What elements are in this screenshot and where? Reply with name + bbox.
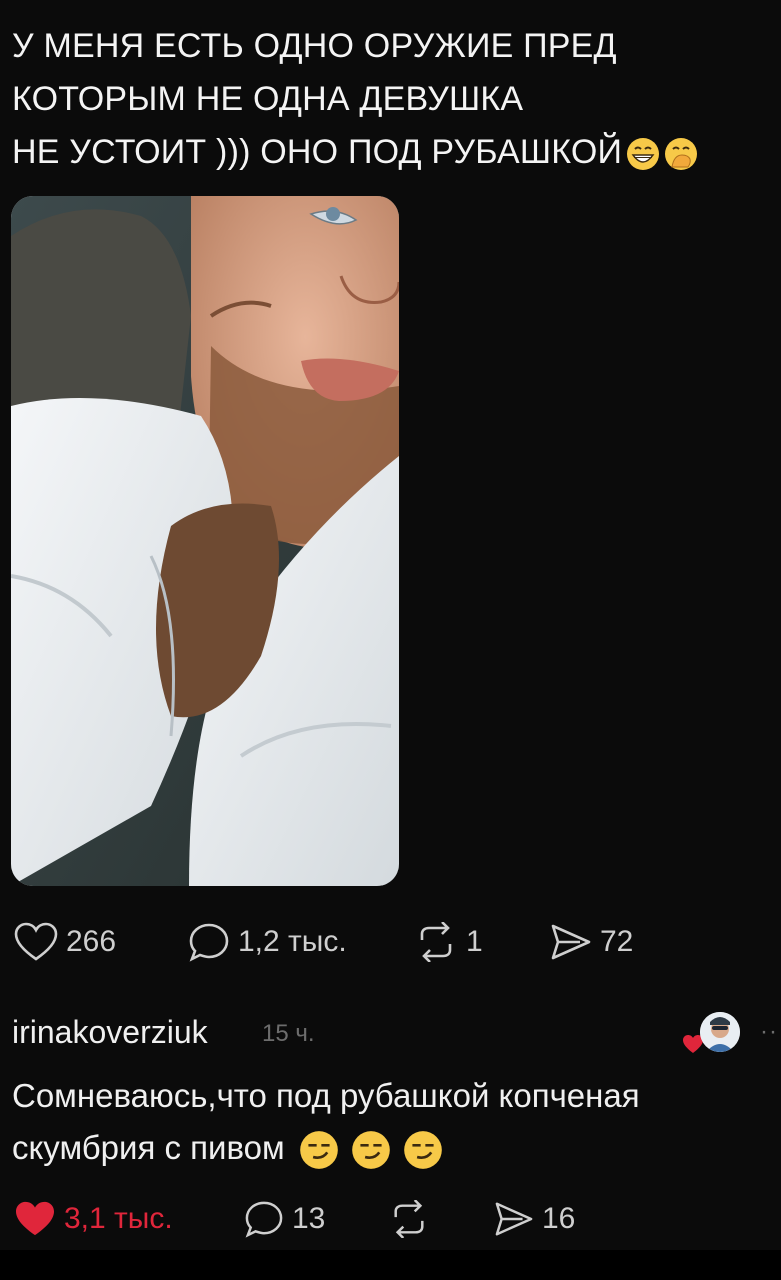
post-caption-line: НЕ УСТОИТ ))) ОНО ПОД РУБАШКОЙ	[12, 126, 772, 179]
heart-filled-icon	[16, 1201, 54, 1236]
comment-text-line-2: скумбрия с пивом	[12, 1122, 772, 1174]
send-icon	[551, 924, 591, 960]
avatar-face-icon	[700, 1012, 740, 1052]
post-caption-line: КОТОРЫМ НЕ ОДНА ДЕВУШКА	[12, 80, 524, 118]
post-caption-line-text: НЕ УСТОИТ ))) ОНО ПОД РУБАШКОЙ	[12, 133, 623, 171]
selfie-photo-illustration	[11, 196, 399, 886]
smirking-face-emoji-icon	[299, 1131, 338, 1170]
post-photo[interactable]	[11, 196, 399, 886]
post-comment-button[interactable]: 1,2 тыс.	[188, 922, 414, 962]
smirking-face-emoji-icon	[351, 1131, 390, 1170]
comment-share-button[interactable]: 16	[494, 1200, 614, 1238]
comment-like-button[interactable]: 3,1 тыс.	[14, 1200, 244, 1238]
send-icon	[495, 1202, 533, 1236]
heart-icon	[14, 922, 58, 961]
post-caption: У МЕНЯ ЕСТЬ ОДНО ОРУЖИЕ ПРЕД КОТОРЫМ НЕ …	[12, 20, 772, 179]
post-share-button[interactable]: 72	[550, 922, 670, 962]
comment-repost-button[interactable]	[388, 1200, 494, 1238]
post-share-count: 72	[600, 925, 634, 958]
repost-icon	[394, 1200, 424, 1238]
comment-reply-count: 13	[292, 1202, 326, 1235]
comment-like-count: 3,1 тыс.	[64, 1202, 173, 1235]
comment-text-line: Сомневаюсь,что под рубашкой копченая	[12, 1077, 640, 1114]
comment-reply-button[interactable]: 13	[244, 1200, 388, 1238]
comment-more-options-button[interactable]: ··	[760, 1018, 778, 1046]
comment-text-line-text: скумбрия с пивом	[12, 1129, 285, 1166]
post-comment-count: 1,2 тыс.	[238, 925, 347, 958]
post-action-bar: 266 1,2 тыс. 1 72	[14, 922, 670, 962]
bottom-edge	[0, 1250, 781, 1280]
comment-timestamp: 15 ч.	[262, 1020, 315, 1047]
post-caption-line: У МЕНЯ ЕСТЬ ОДНО ОРУЖИЕ ПРЕД	[12, 27, 617, 65]
smirking-face-emoji-icon	[403, 1131, 442, 1170]
post-repost-button[interactable]: 1	[414, 922, 550, 962]
comment-action-bar: 3,1 тыс. 13 16	[14, 1200, 614, 1238]
post-like-count: 266	[66, 925, 117, 958]
comment-bubble-icon	[245, 1201, 283, 1238]
comment-share-count: 16	[542, 1202, 576, 1235]
post-repost-count: 1	[466, 925, 483, 958]
avatar[interactable]	[700, 1012, 740, 1052]
grinning-face-emoji-icon	[627, 138, 660, 171]
post-like-button[interactable]: 266	[14, 922, 188, 962]
repost-icon	[420, 922, 452, 962]
face-with-hand-over-mouth-emoji-icon	[665, 138, 698, 171]
threads-post-screen: У МЕНЯ ЕСТЬ ОДНО ОРУЖИЕ ПРЕД КОТОРЫМ НЕ …	[0, 0, 781, 1250]
comment-author-name[interactable]: irinakoverziuk	[12, 1014, 208, 1051]
comment-text: Сомневаюсь,что под рубашкой копченая ску…	[12, 1070, 772, 1174]
comment-bubble-icon	[189, 923, 229, 962]
